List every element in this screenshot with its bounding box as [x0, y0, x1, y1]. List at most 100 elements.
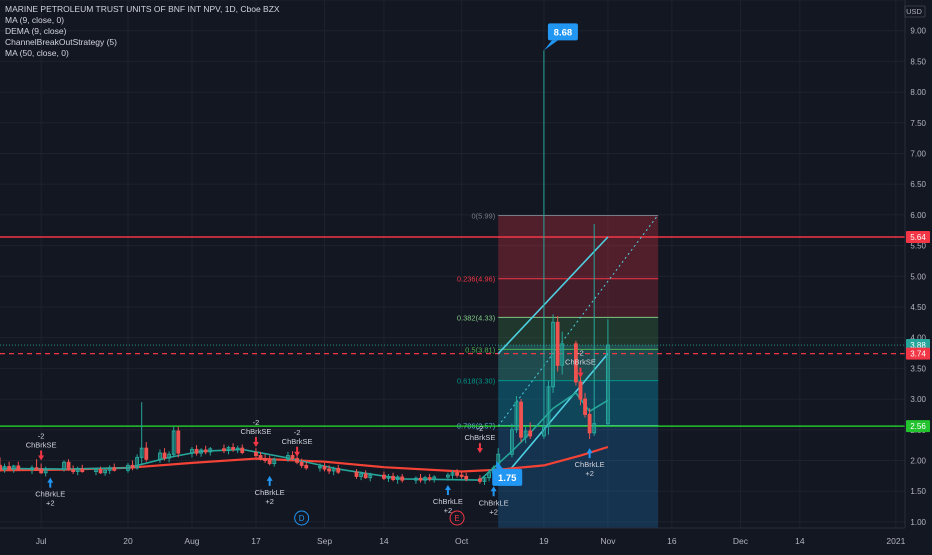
candle-body	[222, 448, 226, 452]
candle-body	[459, 474, 464, 477]
resistance-price-tag: 5.64	[906, 230, 930, 243]
candle	[363, 470, 368, 479]
candle	[295, 455, 300, 465]
chart-canvas[interactable]: 0(5.99) 0.236(4.96) 0.382(4.33) 0.5(3.81) 0.…	[0, 0, 932, 550]
candle-body	[98, 469, 103, 474]
candle	[391, 472, 395, 482]
candle	[71, 465, 76, 474]
dashed-price-tag: 3.74	[906, 347, 930, 360]
candle-body	[112, 467, 117, 471]
candle	[7, 461, 12, 471]
candle-body	[80, 468, 85, 473]
event-d: D	[294, 510, 310, 526]
candle-body	[382, 474, 386, 479]
candle	[194, 445, 199, 456]
signal-label: ChBrkLE	[255, 488, 285, 497]
signal-label: ChBrkSE	[282, 437, 313, 446]
price-tick: 3.00	[910, 395, 926, 404]
fib-level-label: 0.5(3.81)	[465, 345, 496, 354]
price-tick: 1.50	[910, 487, 926, 496]
time-tick: Nov	[600, 536, 616, 546]
callout-pointer	[543, 40, 558, 51]
candle-body	[0, 464, 2, 471]
signal-qty: +2	[444, 506, 453, 515]
candle-body	[299, 461, 304, 466]
candle	[112, 463, 117, 472]
indicator-dema9[interactable]: DEMA (9, close)	[5, 26, 280, 37]
candle-body	[263, 458, 268, 461]
time-axis: Jul 20 Aug 17 Sep 14 Oct 19 Nov 16 Dec 14 2021	[0, 527, 932, 550]
arrow-down-icon	[294, 446, 301, 457]
candle	[519, 399, 523, 443]
candle-body	[478, 478, 482, 482]
candle	[208, 446, 213, 456]
fib-level-label: 0.382(4.33)	[457, 313, 496, 322]
price-tick: 7.00	[910, 149, 926, 158]
symbol-title[interactable]: MARINE PETROLEUM TRUST UNITS OF BNF INT …	[5, 4, 280, 15]
time-tick: Dec	[733, 536, 749, 546]
time-tick: Aug	[184, 536, 199, 546]
price-axis: 1.001.502.002.503.003.504.004.505.005.50…	[904, 0, 932, 550]
price-chart[interactable]: 0(5.99) 0.236(4.96) 0.382(4.33) 0.5(3.81) 0.…	[0, 0, 932, 550]
candle	[107, 465, 112, 474]
candle-body	[34, 467, 39, 470]
candle	[240, 444, 245, 455]
price-tick: 2.00	[910, 456, 926, 465]
signal-qty: -2	[38, 431, 45, 440]
candle	[135, 454, 140, 470]
time-tick: 14	[795, 536, 805, 546]
callout-text: 1.75	[498, 473, 517, 484]
candle-body	[240, 447, 245, 453]
candle-body	[144, 447, 149, 460]
arrow-up-icon	[266, 475, 273, 486]
signal-qty: +2	[46, 499, 55, 508]
price-tick: 5.00	[910, 272, 926, 281]
candle-body	[578, 381, 583, 400]
indicator-channel-breakout[interactable]: ChannelBreakOutStrategy (5)	[5, 37, 280, 48]
price-tag-text: 3.74	[910, 350, 926, 359]
signal-label: ChBrkLE	[35, 490, 65, 499]
signal-qty: +2	[585, 469, 594, 478]
price-tag-text: 5.64	[910, 233, 926, 242]
candle	[382, 471, 386, 481]
candle-body	[39, 468, 44, 474]
candle-body	[290, 455, 295, 460]
candle	[482, 476, 487, 486]
signal-qty: -2	[477, 424, 484, 433]
price-tick: 3.50	[910, 364, 926, 373]
candle-body	[363, 473, 368, 479]
candle-body	[455, 472, 459, 476]
arrow-down-icon	[38, 450, 45, 461]
candle	[80, 464, 85, 473]
event-letter: D	[299, 514, 305, 523]
price-tick: 7.50	[910, 119, 926, 128]
signal-label: ChBrkLE	[575, 460, 605, 469]
fib-zone	[498, 317, 659, 350]
signal-qty: +2	[265, 497, 274, 506]
candle	[130, 460, 135, 471]
candle	[423, 475, 427, 484]
candle	[555, 316, 560, 372]
candle-body	[7, 466, 12, 470]
candle-body	[519, 401, 523, 438]
price-tick: 1.00	[910, 518, 926, 527]
price-tick: 8.00	[910, 88, 926, 97]
price-tick: 9.00	[910, 27, 926, 36]
candle	[546, 380, 551, 435]
candle-body	[295, 458, 300, 463]
time-tick: 20	[123, 536, 133, 546]
indicator-ma50[interactable]: MA (50, close, 0)	[5, 48, 280, 59]
candle	[414, 476, 418, 484]
time-tick: 2021	[886, 536, 905, 546]
signal-qty: -2	[577, 349, 584, 358]
candle	[0, 457, 2, 472]
candle	[139, 402, 144, 464]
indicator-ma9[interactable]: MA (9, close, 0)	[5, 15, 280, 26]
candle	[190, 446, 194, 458]
candle	[144, 442, 149, 462]
signal-label: ChBrkLE	[479, 498, 509, 507]
price-tag-text: 2.56	[910, 422, 926, 431]
candle-body	[254, 451, 258, 457]
event-markers: DE	[294, 510, 465, 526]
candle	[66, 459, 71, 471]
